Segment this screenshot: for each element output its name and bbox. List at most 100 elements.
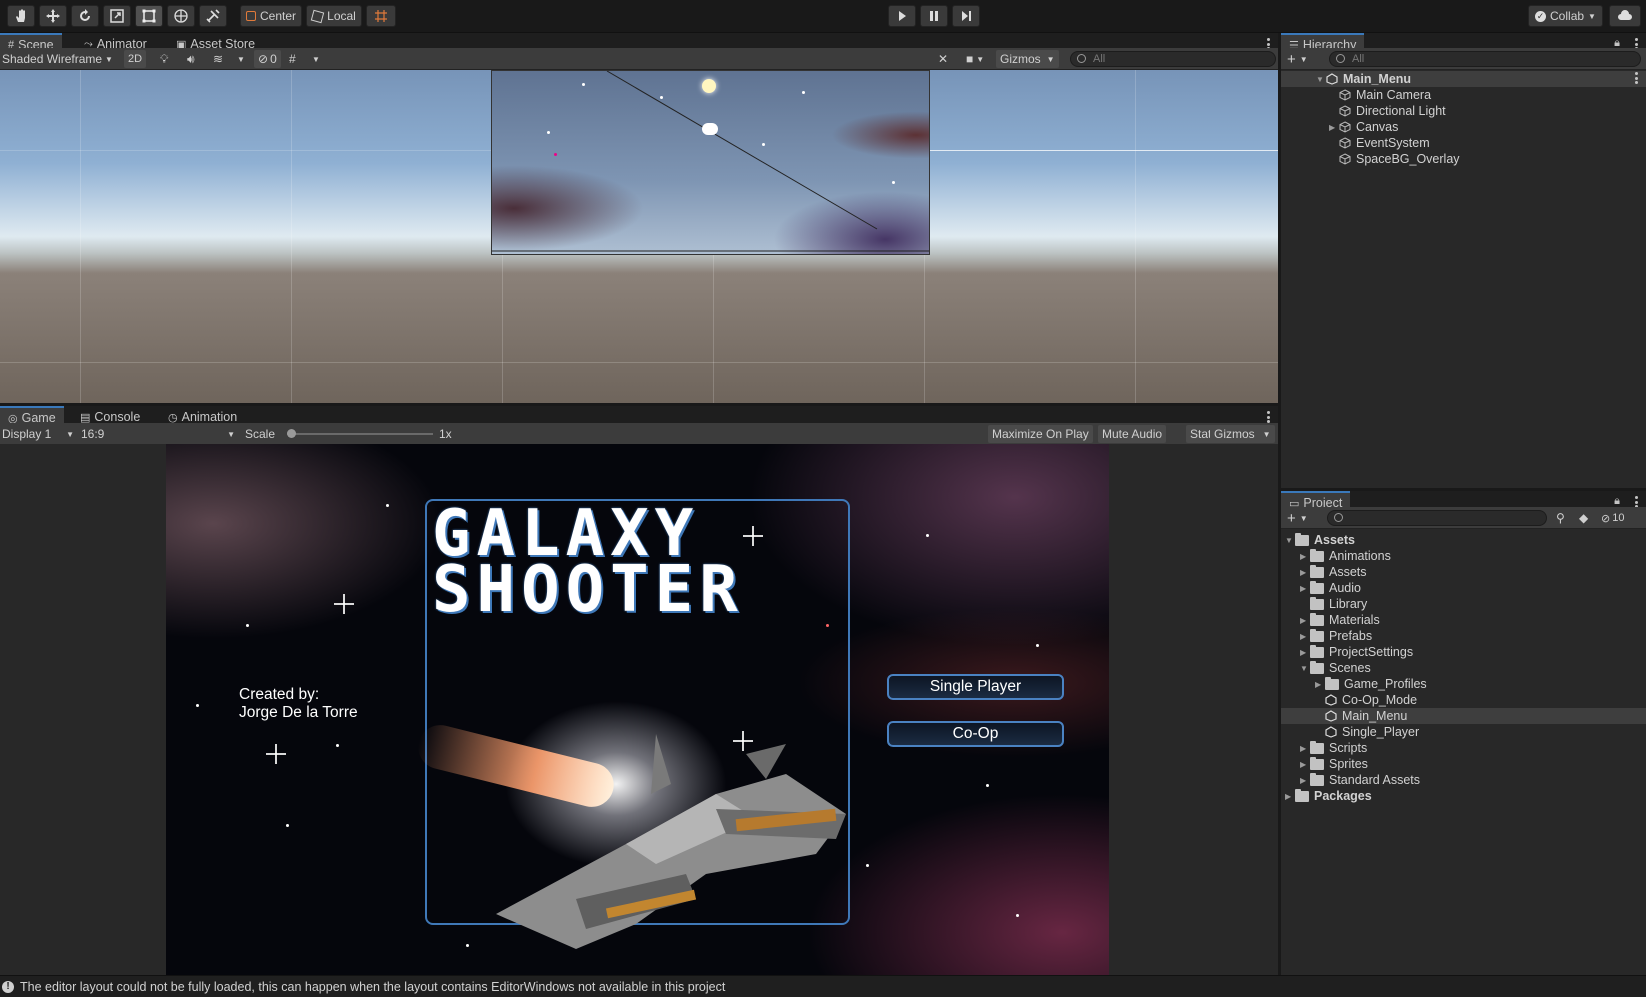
scene-background-overlay[interactable]: [491, 70, 930, 255]
single-player-button[interactable]: Single Player: [887, 674, 1064, 700]
speaker-icon: 🔊︎: [187, 51, 195, 66]
pivot-mode-button[interactable]: Center: [240, 5, 302, 27]
project-folder-row[interactable]: ▶ Packages: [1281, 788, 1646, 804]
game-more-icon[interactable]: [1267, 411, 1270, 423]
camera-gizmo-icon[interactable]: [702, 123, 718, 135]
hierarchy-search-input[interactable]: All: [1329, 51, 1641, 67]
folder-icon: [1325, 676, 1339, 690]
scale-slider[interactable]: [287, 429, 433, 438]
expand-arrow-icon[interactable]: ▶: [1300, 552, 1310, 561]
pause-button[interactable]: [920, 5, 948, 27]
display-dropdown[interactable]: Display 1 ▼: [2, 425, 74, 443]
rect-tool-button[interactable]: [135, 5, 163, 27]
hand-tool-button[interactable]: [7, 5, 35, 27]
mode-2d-toggle[interactable]: 2D: [124, 50, 147, 68]
grid-toggle[interactable]: #: [289, 50, 296, 68]
mode-2d-label: 2D: [128, 53, 143, 65]
play-button[interactable]: [888, 5, 916, 27]
transform-tool-button[interactable]: [167, 5, 195, 27]
filter-type-button[interactable]: ⚲: [1556, 509, 1565, 527]
draw-mode-dropdown[interactable]: Shaded Wireframe ▼: [2, 50, 113, 68]
grid-dropdown[interactable]: ▼: [312, 50, 320, 68]
hierarchy-item[interactable]: ▶ Canvas: [1281, 119, 1646, 135]
credit-line1: Created by:: [239, 686, 320, 703]
expand-arrow-icon[interactable]: ▶: [1300, 760, 1310, 769]
project-folder-row[interactable]: ▶ Sprites: [1281, 756, 1646, 772]
hierarchy-item[interactable]: SpaceBG_Overlay: [1281, 151, 1646, 167]
status-bar[interactable]: ! The editor layout could not be fully l…: [0, 975, 1646, 997]
expand-arrow-icon[interactable]: ▼: [1285, 536, 1295, 545]
project-create-dropdown[interactable]: + ▼: [1287, 509, 1308, 527]
project-folder-row[interactable]: ▼ Scenes: [1281, 660, 1646, 676]
expand-arrow-icon[interactable]: ▶: [1300, 744, 1310, 753]
project-folder-row[interactable]: ▶ Prefabs: [1281, 628, 1646, 644]
info-icon: !: [2, 980, 14, 993]
lighting-toggle[interactable]: 💡︎: [160, 50, 168, 68]
cloud-button[interactable]: [1609, 5, 1641, 27]
expand-arrow-icon[interactable]: ▼: [1316, 75, 1326, 84]
project-scene-row[interactable]: Single_Player: [1281, 724, 1646, 740]
light-gizmo-icon[interactable]: [702, 79, 716, 93]
expand-arrow-icon[interactable]: ▶: [1300, 776, 1310, 785]
project-folder-row[interactable]: ▼ Assets: [1281, 532, 1646, 548]
step-icon: [962, 11, 971, 21]
rotate-tool-button[interactable]: [71, 5, 99, 27]
mute-audio-toggle[interactable]: Mute Audio: [1098, 425, 1167, 443]
scene-viewport[interactable]: [0, 70, 1278, 403]
hierarchy-item[interactable]: EventSystem: [1281, 135, 1646, 151]
maximize-on-play-toggle[interactable]: Maximize On Play: [988, 425, 1093, 443]
scale-slider-thumb[interactable]: [287, 429, 296, 438]
scale-tool-button[interactable]: [103, 5, 131, 27]
project-folder-row[interactable]: ▶ Standard Assets: [1281, 772, 1646, 788]
project-folder-row[interactable]: ▶ Animations: [1281, 548, 1646, 564]
game-canvas[interactable]: GALAXY SHOOTER Created by: Jorge De la T…: [166, 444, 1109, 975]
hierarchy-item[interactable]: Directional Light: [1281, 103, 1646, 119]
project-folder-row[interactable]: ▶ Assets: [1281, 564, 1646, 580]
project-folder-label: Animations: [1329, 549, 1391, 563]
project-folder-row[interactable]: Library: [1281, 596, 1646, 612]
hierarchy-item[interactable]: Main Camera: [1281, 87, 1646, 103]
pivot-space-button[interactable]: Local: [306, 5, 362, 27]
camera-dropdown[interactable]: ■ ▼: [966, 50, 984, 68]
move-tool-button[interactable]: [39, 5, 67, 27]
expand-arrow-icon[interactable]: ▶: [1300, 648, 1310, 657]
snap-grid-button[interactable]: [366, 5, 396, 27]
project-search-input[interactable]: [1327, 510, 1547, 526]
step-button[interactable]: [952, 5, 980, 27]
project-folder-label: Materials: [1329, 613, 1380, 627]
project-folder-row[interactable]: ▶ Materials: [1281, 612, 1646, 628]
game-gizmos-dropdown[interactable]: Gizmos ▼: [1210, 425, 1275, 443]
project-folder-row[interactable]: ▶ ProjectSettings: [1281, 644, 1646, 660]
scene-gizmos-dropdown[interactable]: Gizmos ▼: [996, 50, 1059, 68]
expand-arrow-icon[interactable]: ▶: [1285, 792, 1295, 801]
project-folder-row[interactable]: ▶ Scripts: [1281, 740, 1646, 756]
scene-row-more-icon[interactable]: [1635, 72, 1638, 84]
audio-toggle[interactable]: 🔊︎: [187, 50, 195, 68]
project-folder-row[interactable]: ▶ Game_Profiles: [1281, 676, 1646, 692]
hidden-packages-toggle[interactable]: ⊘ 10: [1601, 509, 1624, 527]
expand-arrow-icon[interactable]: ▶: [1300, 568, 1310, 577]
create-dropdown[interactable]: + ▼: [1287, 50, 1308, 68]
filter-label-button[interactable]: ◆: [1579, 509, 1588, 527]
scene-search-input[interactable]: All: [1070, 51, 1276, 67]
effects-dropdown[interactable]: ▼: [237, 50, 245, 68]
expand-arrow-icon[interactable]: ▶: [1329, 123, 1339, 132]
scene-root-row[interactable]: ▼ Main_Menu: [1281, 71, 1646, 87]
hidden-objects-toggle[interactable]: ⊘ 0: [254, 50, 281, 68]
project-scene-row[interactable]: Co-Op_Mode: [1281, 692, 1646, 708]
expand-arrow-icon[interactable]: ▶: [1300, 616, 1310, 625]
project-scene-row[interactable]: Main_Menu: [1281, 708, 1646, 724]
coop-button[interactable]: Co-Op: [887, 721, 1064, 747]
collab-dropdown[interactable]: ✓ Collab ▼: [1528, 5, 1603, 27]
aspect-dropdown[interactable]: 16:9 ▼: [81, 425, 235, 443]
expand-arrow-icon[interactable]: ▼: [1300, 664, 1310, 673]
effects-toggle[interactable]: ≋: [213, 50, 223, 68]
expand-arrow-icon[interactable]: ▶: [1300, 632, 1310, 641]
custom-tool-button[interactable]: [199, 5, 227, 27]
project-folder-label: Scenes: [1329, 661, 1371, 675]
project-folder-row[interactable]: ▶ Audio: [1281, 580, 1646, 596]
folder-icon: [1310, 644, 1324, 658]
expand-arrow-icon[interactable]: ▶: [1315, 680, 1325, 689]
tools-button[interactable]: ✕: [938, 50, 948, 68]
expand-arrow-icon[interactable]: ▶: [1300, 584, 1310, 593]
